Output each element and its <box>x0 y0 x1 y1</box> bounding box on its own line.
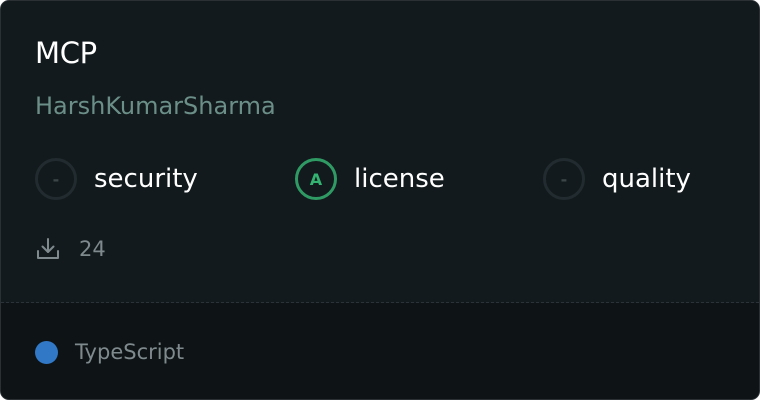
package-title[interactable]: MCP <box>35 34 97 72</box>
metric-quality[interactable]: - quality <box>543 155 691 203</box>
downloads: 24 <box>35 234 106 264</box>
license-label: license <box>354 164 445 194</box>
metric-security[interactable]: - security <box>35 155 198 203</box>
security-grade-badge: - <box>35 158 77 200</box>
package-card[interactable]: MCP HarshKumarSharma - security A licens… <box>0 0 760 400</box>
package-author[interactable]: HarshKumarSharma <box>35 90 276 122</box>
license-grade-badge: A <box>295 158 337 200</box>
downloads-count: 24 <box>79 237 106 261</box>
quality-grade-badge: - <box>543 158 585 200</box>
security-label: security <box>94 164 198 194</box>
language-info: TypeScript <box>35 338 184 366</box>
metric-license[interactable]: A license <box>295 155 445 203</box>
download-icon <box>35 236 61 262</box>
language-name: TypeScript <box>75 340 185 364</box>
card-main-section: MCP HarshKumarSharma - security A licens… <box>1 1 759 302</box>
language-color-dot <box>35 340 58 364</box>
quality-label: quality <box>602 164 691 194</box>
